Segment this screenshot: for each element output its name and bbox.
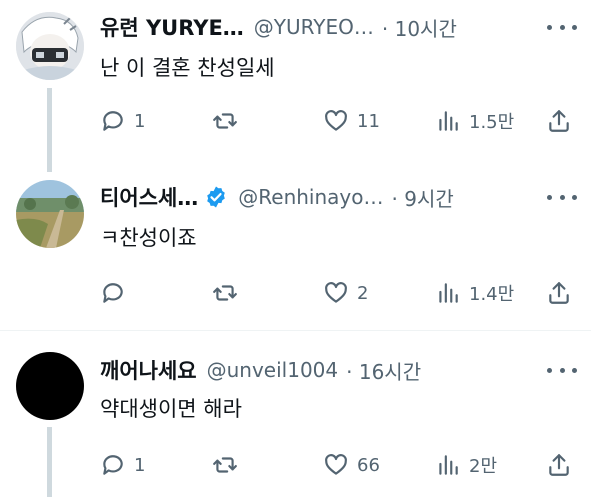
timestamp[interactable]: · 10시간 (382, 13, 457, 42)
retweet-button[interactable] (212, 450, 246, 480)
tweet-3[interactable]: 깨어나세요 @unveil1004 · 16시간 약대생이면 해라 1 66 2… (0, 331, 591, 497)
tweet-header: 유련 YURYE… @YURYEO… · 10시간 (100, 12, 577, 42)
share-icon (549, 282, 569, 304)
like-icon (325, 110, 347, 131)
more-icon[interactable] (547, 187, 577, 207)
views-button[interactable]: 1.4만 (435, 278, 514, 308)
share-button[interactable] (546, 450, 572, 480)
views-button[interactable]: 1.5만 (435, 106, 514, 136)
tweet-text: 난 이 결혼 찬성일세 (100, 56, 275, 80)
verified-badge-icon (207, 186, 226, 208)
tweet-header: 깨어나세요 @unveil1004 · 16시간 (100, 355, 577, 385)
retweet-icon (213, 457, 237, 473)
action-bar: 2 1.4만 (100, 278, 580, 308)
share-button[interactable] (546, 278, 572, 308)
more-icon[interactable] (547, 360, 577, 380)
reply-icon (103, 455, 123, 475)
retweet-icon (213, 285, 237, 301)
user-handle[interactable]: @YURYEO… (254, 15, 374, 39)
display-name[interactable]: 티어스세… (100, 182, 198, 212)
tweet-1[interactable]: 유련 YURYE… @YURYEO… · 10시간 난 이 결혼 찬성일세 1 … (0, 0, 591, 172)
like-icon (325, 282, 347, 303)
reply-count: 1 (134, 110, 146, 132)
action-bar: 1 66 2만 (100, 450, 580, 480)
like-count: 66 (357, 454, 380, 476)
avatar-illustration (16, 12, 84, 80)
timestamp[interactable]: · 9시간 (392, 183, 454, 212)
like-button[interactable]: 11 (323, 106, 380, 136)
views-icon (439, 455, 458, 475)
share-button[interactable] (546, 106, 572, 136)
like-count: 2 (357, 282, 369, 304)
avatar[interactable] (16, 12, 84, 80)
tweet-text: 약대생이면 해라 (100, 397, 242, 421)
user-handle[interactable]: @Renhinayo… (238, 185, 383, 209)
reply-button[interactable]: 1 (100, 106, 145, 136)
more-icon[interactable] (547, 17, 577, 37)
reply-icon (103, 111, 123, 131)
share-icon (549, 454, 569, 476)
view-count: 1.5만 (469, 112, 515, 133)
reply-button[interactable] (100, 278, 134, 308)
timestamp[interactable]: · 16시간 (346, 356, 421, 385)
view-count: 1.4만 (469, 284, 515, 305)
like-icon (325, 454, 347, 475)
tweet-header: 티어스세… @Renhinayo… · 9시간 (100, 182, 577, 212)
views-icon (439, 283, 458, 303)
retweet-button[interactable] (212, 106, 246, 136)
reply-count: 1 (134, 454, 146, 476)
avatar-photo (16, 180, 84, 248)
views-icon (439, 111, 458, 131)
view-count: 2만 (469, 456, 498, 477)
user-handle[interactable]: @unveil1004 (207, 358, 339, 382)
reply-icon (103, 283, 123, 303)
like-count: 11 (357, 110, 380, 132)
display-name[interactable]: 유련 YURYE… (100, 12, 244, 42)
like-button[interactable]: 2 (323, 278, 368, 308)
tweet-text: ㅋ찬성이죠 (100, 226, 197, 250)
retweet-button[interactable] (212, 278, 246, 308)
thread-line (47, 427, 52, 497)
avatar[interactable] (16, 180, 84, 248)
views-button[interactable]: 2만 (435, 450, 497, 480)
retweet-icon (213, 113, 237, 129)
display-name[interactable]: 깨어나세요 (100, 355, 197, 385)
thread-line (47, 88, 52, 172)
reply-button[interactable]: 1 (100, 450, 145, 480)
share-icon (549, 110, 569, 132)
avatar[interactable] (16, 352, 84, 420)
like-button[interactable]: 66 (323, 450, 380, 480)
action-bar: 1 11 1.5만 (100, 106, 580, 136)
tweet-2[interactable]: 티어스세… @Renhinayo… · 9시간 ㅋ찬성이죠 2 1.4만 (0, 170, 591, 330)
